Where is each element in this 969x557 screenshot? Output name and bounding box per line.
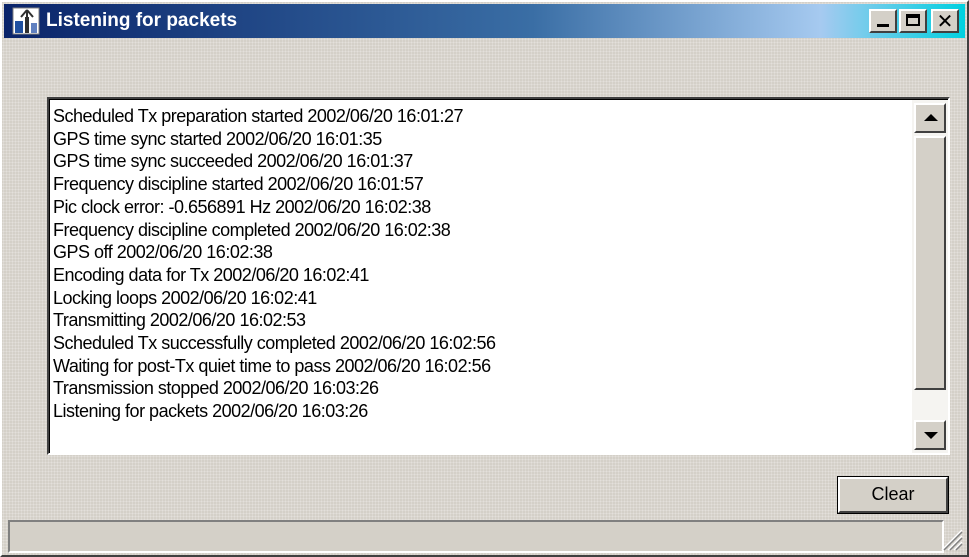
log-line[interactable]: Transmission stopped 2002/06/20 16:03:26 xyxy=(53,377,908,400)
minimize-button[interactable] xyxy=(869,9,897,33)
app-window: Listening for packets ✕ Scheduled Tx pre… xyxy=(0,0,969,557)
scroll-up-button[interactable] xyxy=(914,103,946,133)
vertical-scrollbar[interactable] xyxy=(912,100,948,453)
log-line[interactable]: Encoding data for Tx 2002/06/20 16:02:41 xyxy=(53,264,908,287)
log-line[interactable]: GPS time sync started 2002/06/20 16:01:3… xyxy=(53,128,908,151)
arrow-up-icon xyxy=(924,114,938,121)
log-listbox[interactable]: Scheduled Tx preparation started 2002/06… xyxy=(47,97,950,455)
arrow-down-icon xyxy=(924,432,938,439)
scroll-down-button[interactable] xyxy=(914,420,946,450)
log-line[interactable]: Scheduled Tx successfully completed 2002… xyxy=(53,332,908,355)
maximize-icon xyxy=(906,14,920,26)
log-line[interactable]: Frequency discipline started 2002/06/20 … xyxy=(53,173,908,196)
window-title: Listening for packets xyxy=(46,10,238,31)
log-list[interactable]: Scheduled Tx preparation started 2002/06… xyxy=(53,105,908,453)
log-line[interactable]: Scheduled Tx preparation started 2002/06… xyxy=(53,105,908,128)
antenna-app-icon xyxy=(12,7,40,35)
log-line[interactable]: Pic clock error: -0.656891 Hz 2002/06/20… xyxy=(53,196,908,219)
log-line[interactable]: Listening for packets 2002/06/20 16:03:2… xyxy=(53,400,908,423)
log-line[interactable]: GPS time sync succeeded 2002/06/20 16:01… xyxy=(53,150,908,173)
title-bar[interactable]: Listening for packets ✕ xyxy=(4,4,965,38)
clear-button[interactable]: Clear xyxy=(837,476,949,514)
close-icon: ✕ xyxy=(936,9,954,33)
maximize-button[interactable] xyxy=(899,9,927,33)
log-line[interactable]: GPS off 2002/06/20 16:02:38 xyxy=(53,241,908,264)
scroll-thumb[interactable] xyxy=(914,136,946,390)
minimize-icon xyxy=(877,24,889,27)
log-line[interactable]: Locking loops 2002/06/20 16:02:41 xyxy=(53,287,908,310)
window-controls: ✕ xyxy=(869,9,959,33)
log-inner-border: Scheduled Tx preparation started 2002/06… xyxy=(49,99,948,453)
resize-grip-icon[interactable] xyxy=(937,525,963,551)
log-line[interactable]: Waiting for post-Tx quiet time to pass 2… xyxy=(53,355,908,378)
close-button[interactable]: ✕ xyxy=(931,9,959,33)
log-line[interactable]: Transmitting 2002/06/20 16:02:53 xyxy=(53,309,908,332)
status-bar xyxy=(8,520,944,553)
log-line[interactable]: Frequency discipline completed 2002/06/2… xyxy=(53,219,908,242)
